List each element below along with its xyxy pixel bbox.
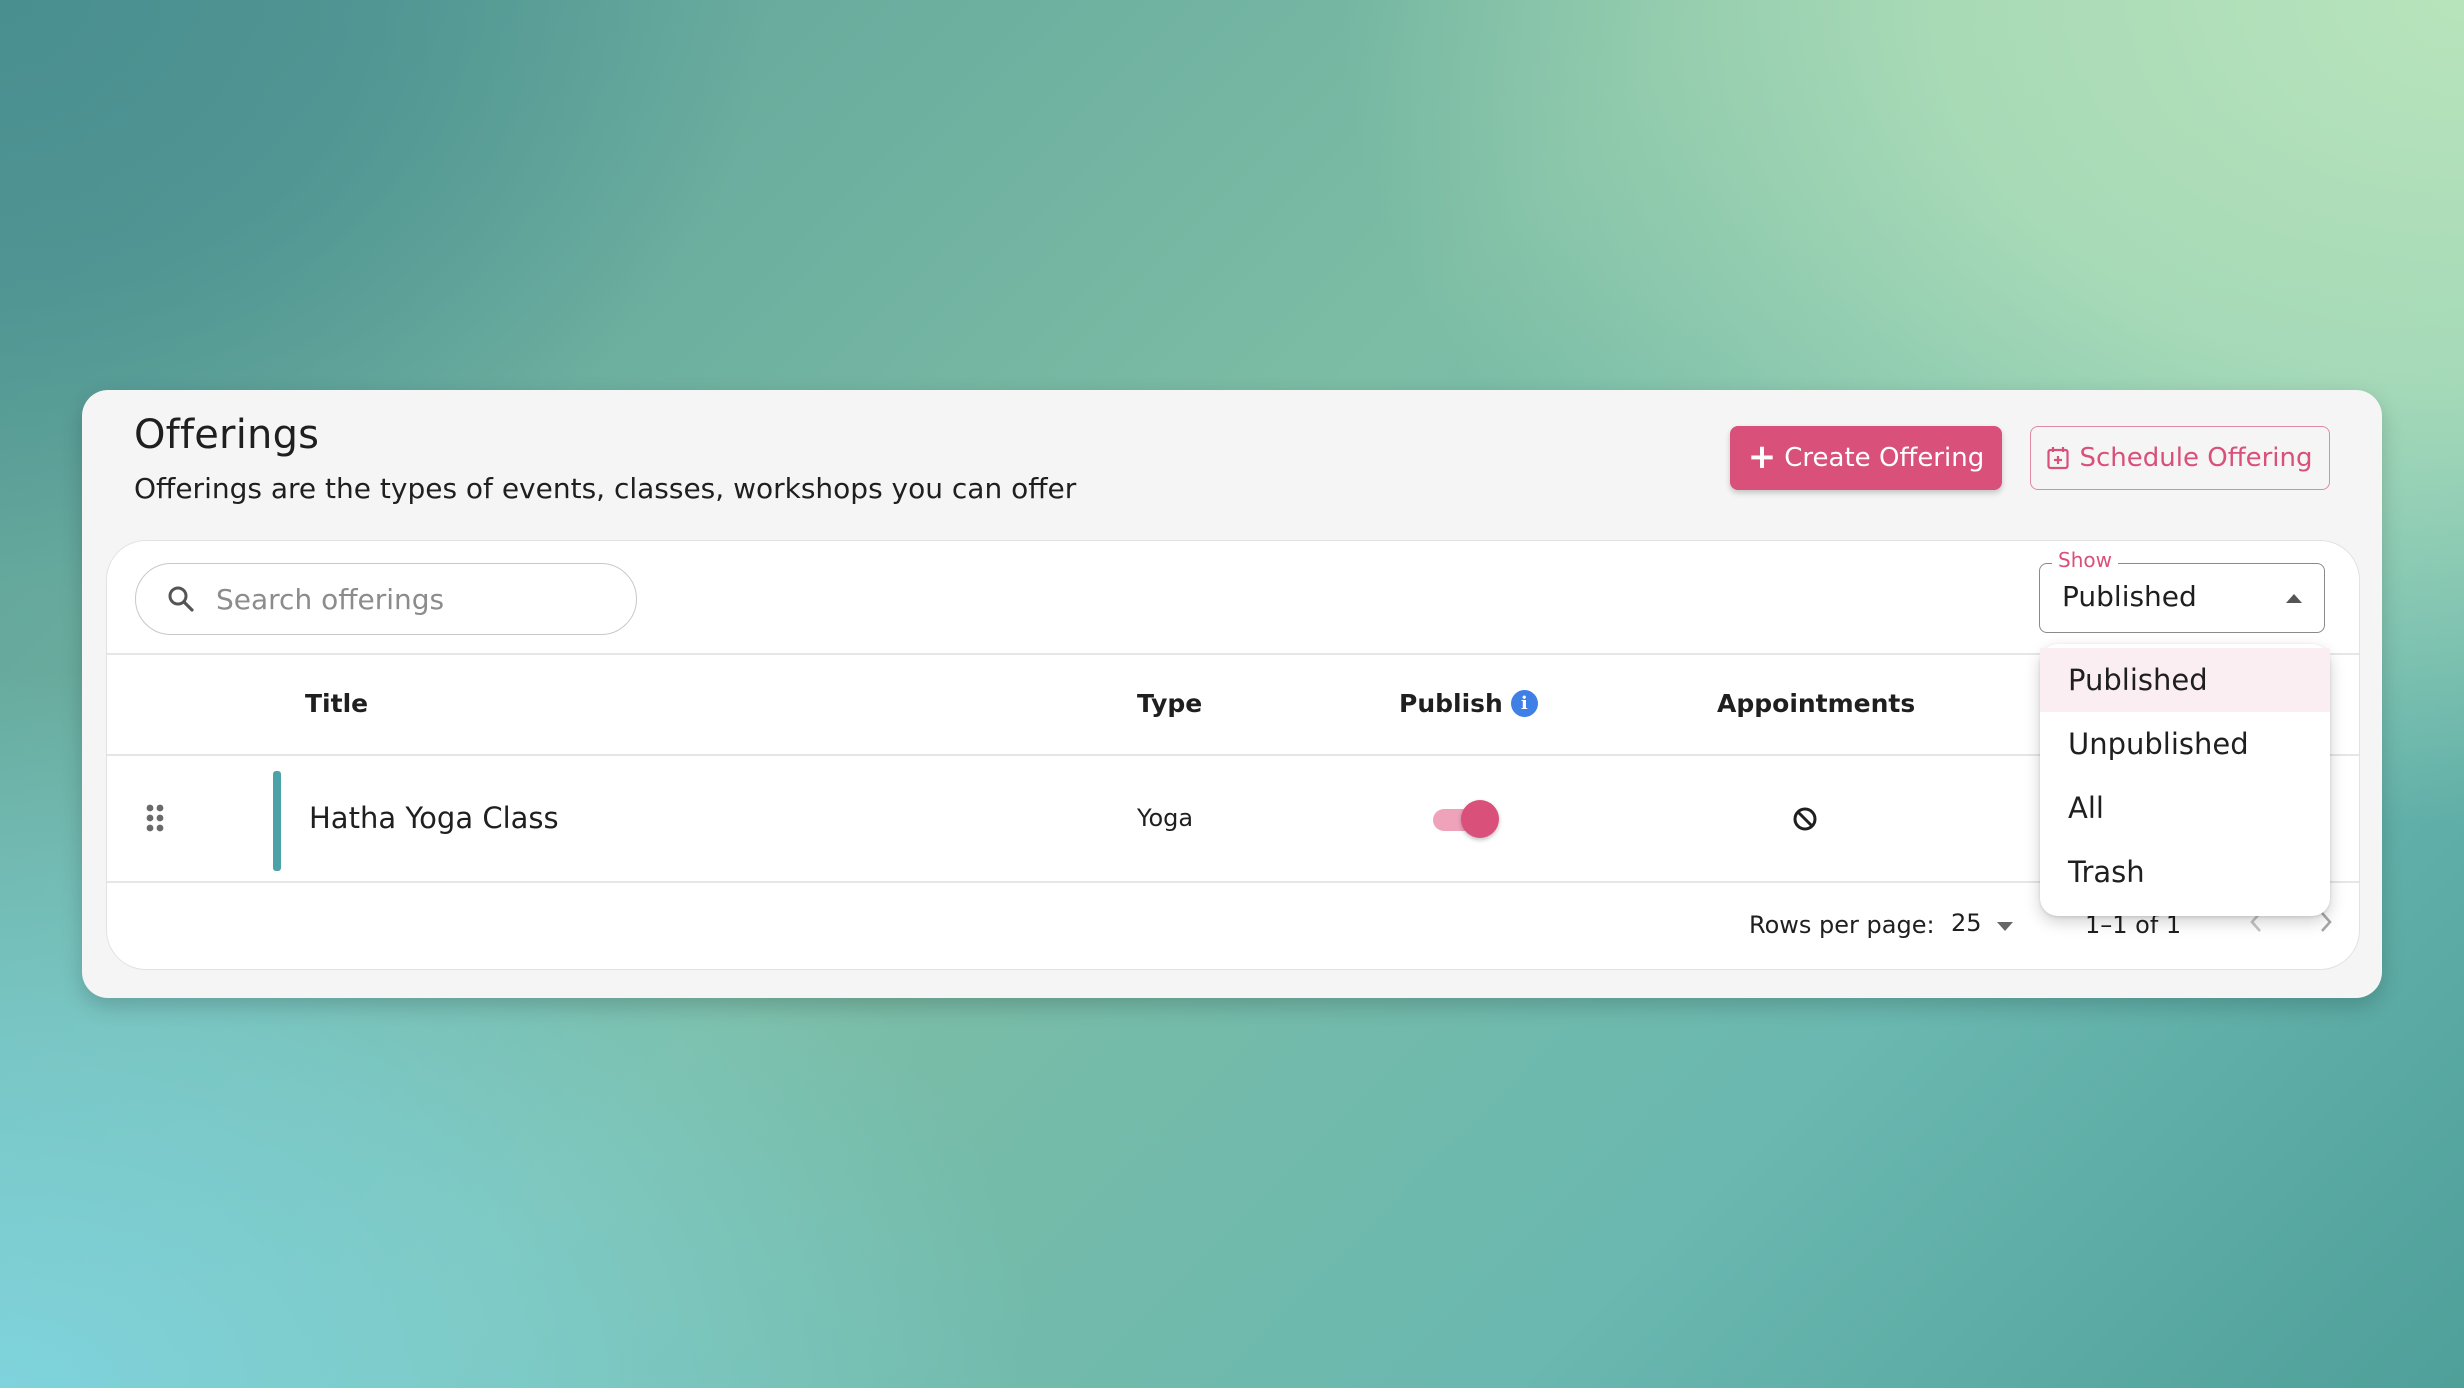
offerings-card: Offerings Offerings are the types of eve…	[82, 390, 2382, 998]
search-icon	[166, 584, 196, 614]
row-color-marker	[273, 771, 281, 871]
calendar-plus-icon	[2047, 446, 2070, 470]
publish-toggle[interactable]	[1431, 799, 1501, 839]
show-filter-menu: Published Unpublished All Trash	[2040, 644, 2330, 916]
schedule-offering-button[interactable]: Schedule Offering	[2030, 426, 2330, 490]
caret-up-icon	[2286, 594, 2302, 603]
offering-type-cell: Yoga	[1137, 804, 1194, 832]
info-icon[interactable]: i	[1510, 689, 1538, 717]
toggle-thumb	[1461, 800, 1499, 838]
column-header-type: Type	[1137, 689, 1203, 718]
menu-item-published[interactable]: Published	[2040, 648, 2330, 712]
rows-per-page-label: Rows per page:	[1749, 911, 1935, 939]
plus-icon: +	[1747, 436, 1777, 477]
menu-item-trash[interactable]: Trash	[2040, 840, 2330, 904]
offerings-table-panel: Show Published Title Type Publishi Appoi…	[106, 540, 2360, 970]
row-divider-bottom	[107, 881, 2359, 883]
caret-down-icon	[1997, 922, 2013, 931]
create-offering-label: Create Offering	[1784, 443, 1985, 473]
search-input[interactable]	[214, 581, 618, 617]
header-divider	[107, 653, 2359, 655]
rows-per-page-value: 25	[1951, 909, 1982, 937]
menu-item-unpublished[interactable]: Unpublished	[2040, 712, 2330, 776]
block-icon	[1791, 805, 1819, 833]
menu-item-all[interactable]: All	[2040, 776, 2330, 840]
column-header-publish-label: Publish	[1399, 689, 1503, 718]
page-subtitle: Offerings are the types of events, class…	[134, 472, 1077, 505]
column-header-appointments: Appointments	[1717, 689, 1916, 718]
rows-per-page-select[interactable]: 25	[1951, 907, 2021, 943]
column-header-title: Title	[305, 689, 369, 718]
row-divider-top	[107, 754, 2359, 756]
schedule-offering-label: Schedule Offering	[2079, 443, 2313, 473]
search-box[interactable]	[135, 563, 637, 635]
create-offering-button[interactable]: + Create Offering	[1730, 426, 2002, 490]
show-filter-value: Published	[2062, 580, 2197, 613]
column-header-publish: Publish i	[1399, 689, 1538, 718]
page-title: Offerings	[134, 412, 320, 458]
show-filter-label: Show	[2052, 548, 2118, 572]
offering-title-cell[interactable]: Hatha Yoga Class	[309, 801, 559, 835]
show-filter-select[interactable]: Show Published	[2039, 548, 2325, 633]
drag-handle-icon[interactable]	[145, 803, 165, 833]
